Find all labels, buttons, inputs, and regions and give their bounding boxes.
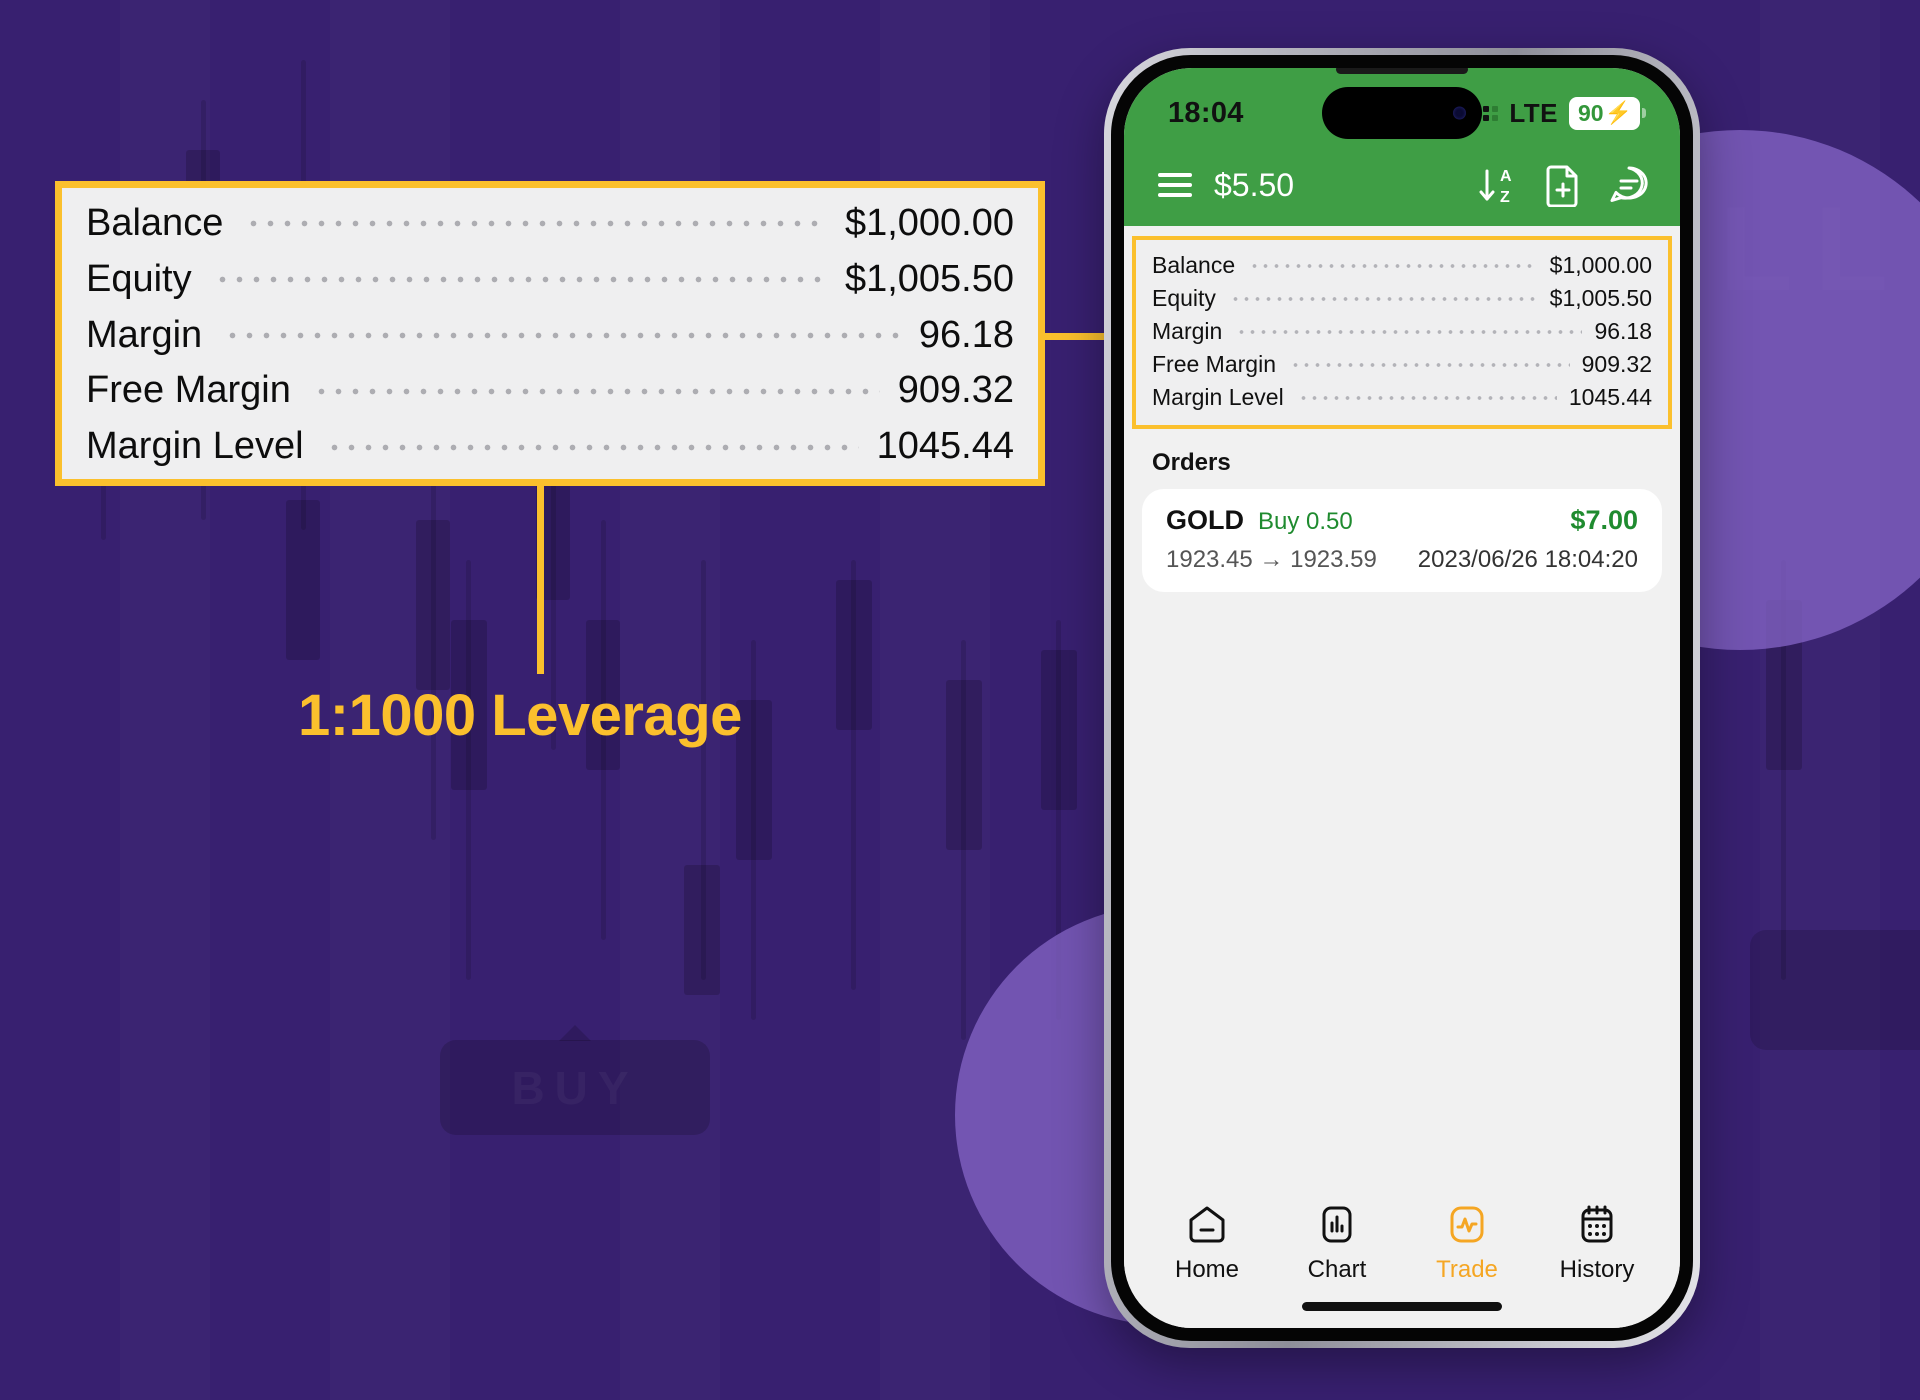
order-card-top-row: GOLD Buy 0.50 $7.00 [1166, 505, 1638, 536]
nav-item-chart[interactable]: Chart [1277, 1203, 1397, 1284]
order-profit: $7.00 [1570, 505, 1638, 535]
waveform-icon [1444, 1203, 1490, 1247]
battery-indicator: 90 ⚡ [1569, 96, 1640, 130]
callout-label: Balance [86, 202, 224, 244]
home-indicator [1124, 1284, 1680, 1328]
callout-label: Margin [86, 313, 203, 356]
new-document-icon[interactable] [1544, 163, 1582, 207]
hamburger-menu-icon[interactable] [1158, 173, 1192, 197]
svg-text:Z: Z [1500, 189, 1510, 206]
callout-value: $1,005.50 [844, 257, 1014, 300]
app-header-actions: A Z [1478, 163, 1650, 207]
nav-label: History [1559, 1256, 1635, 1283]
balance-label: Margin [1152, 318, 1223, 344]
balance-value: 96.18 [1594, 318, 1652, 344]
orders-empty-space [1124, 592, 1680, 1185]
balance-row: Balance $1,000.00 [1152, 249, 1652, 282]
chat-bubble-icon[interactable] [1608, 164, 1650, 206]
balance-label: Equity [1152, 285, 1216, 311]
bottom-navigation: Home Chart Trade History [1124, 1185, 1680, 1284]
callout-value: 909.32 [897, 369, 1014, 412]
earpiece-speaker [1336, 68, 1468, 74]
network-type-label: LTE [1509, 97, 1558, 128]
nav-label: Chart [1307, 1256, 1367, 1283]
balance-label: Balance [1152, 252, 1236, 278]
balance-row: Margin Level 1045.44 [1152, 381, 1652, 414]
candle-body [836, 580, 872, 730]
balance-value: 1045.44 [1568, 384, 1652, 410]
balance-value: $1,005.50 [1549, 285, 1652, 311]
phone-screen: 18:04 LTE 90 ⚡ $5.50 A Z Balance $1,000.… [1124, 68, 1680, 1328]
callout-label: Margin Level [86, 425, 304, 468]
candle-body [416, 520, 450, 690]
balance-value: 909.32 [1581, 351, 1652, 377]
leader-dots [224, 331, 901, 340]
candle-body [286, 500, 320, 660]
leader-dots [1297, 394, 1557, 401]
balance-row: Free Margin 909.32 [1152, 348, 1652, 381]
order-card[interactable]: GOLD Buy 0.50 $7.00 1923.45 → 1923.59 20… [1142, 489, 1662, 592]
account-summary-callout: Balance $1,000.00 Equity $1,005.50 Margi… [55, 181, 1045, 486]
leader-dots [1236, 328, 1583, 335]
nav-label: Home [1174, 1256, 1240, 1283]
balance-row: Margin 96.18 [1152, 315, 1652, 348]
candle-body [1041, 650, 1077, 810]
balance-row: Equity $1,005.50 [1152, 282, 1652, 315]
status-time: 18:04 [1168, 96, 1244, 129]
charging-bolt-icon: ⚡ [1604, 100, 1632, 125]
calendar-icon [1574, 1203, 1620, 1247]
balance-label: Free Margin [1152, 351, 1276, 377]
bar-chart-icon [1314, 1203, 1360, 1247]
leader-dots [245, 219, 827, 229]
leader-dots [1229, 295, 1538, 302]
status-bar: 18:04 LTE 90 ⚡ [1124, 68, 1680, 144]
callout-connector-vertical [537, 486, 544, 674]
order-card-bottom-row: 1923.45 → 1923.59 2023/06/26 18:04:20 [1166, 546, 1638, 574]
candle-body [946, 680, 982, 850]
home-icon [1184, 1203, 1230, 1247]
leader-dots [325, 442, 859, 452]
dynamic-island [1322, 87, 1482, 139]
leader-dots [1249, 262, 1538, 269]
callout-row: Margin Level 1045.44 [86, 425, 1014, 469]
leverage-headline: 1:1000 Leverage [298, 683, 742, 748]
candle-body [684, 865, 720, 995]
order-timestamp: 2023/06/26 18:04:20 [1417, 546, 1638, 573]
nav-item-history[interactable]: History [1537, 1203, 1657, 1284]
callout-value: 96.18 [918, 313, 1014, 356]
ghost-box [1750, 930, 1920, 1050]
callout-label: Free Margin [86, 369, 291, 412]
account-balance-panel: Balance $1,000.00 Equity $1,005.50 Margi… [1132, 236, 1672, 429]
leader-dots [312, 386, 880, 396]
callout-row: Free Margin 909.32 [86, 369, 1014, 413]
order-symbol: GOLD [1166, 505, 1244, 535]
order-side: Buy 0.50 [1258, 508, 1353, 535]
sort-a-z-icon[interactable]: A Z [1478, 163, 1518, 207]
callout-label: Equity [86, 257, 192, 300]
callout-value: 1045.44 [876, 425, 1014, 468]
callout-row: Equity $1,005.50 [86, 258, 1014, 302]
orders-section-title: Orders [1152, 449, 1231, 476]
phone-bezel: 18:04 LTE 90 ⚡ $5.50 A Z Balance $1,000.… [1111, 55, 1693, 1341]
callout-value: $1,000.00 [844, 202, 1014, 244]
app-header: $5.50 A Z [1124, 144, 1680, 226]
nav-label: Trade [1436, 1256, 1498, 1283]
battery-level-label: 90 [1578, 99, 1604, 126]
svg-text:A: A [1500, 168, 1512, 185]
buy-ghost-button: BUY [440, 1040, 710, 1135]
balance-value: $1,000.00 [1549, 252, 1652, 278]
callout-row: Margin 96.18 [86, 314, 1014, 358]
leader-dots [1289, 361, 1570, 368]
callout-row: Balance $1,000.00 [86, 202, 1014, 246]
nav-item-home[interactable]: Home [1147, 1203, 1267, 1284]
account-balance-title: $5.50 [1214, 166, 1295, 203]
status-indicators: LTE 90 ⚡ [1465, 96, 1640, 130]
leader-dots [213, 275, 827, 285]
balance-label: Margin Level [1152, 384, 1284, 410]
phone-mockup: 18:04 LTE 90 ⚡ $5.50 A Z Balance $1,000.… [1104, 48, 1700, 1348]
order-prices: 1923.45 → 1923.59 [1166, 546, 1377, 573]
nav-item-trade[interactable]: Trade [1407, 1203, 1527, 1284]
